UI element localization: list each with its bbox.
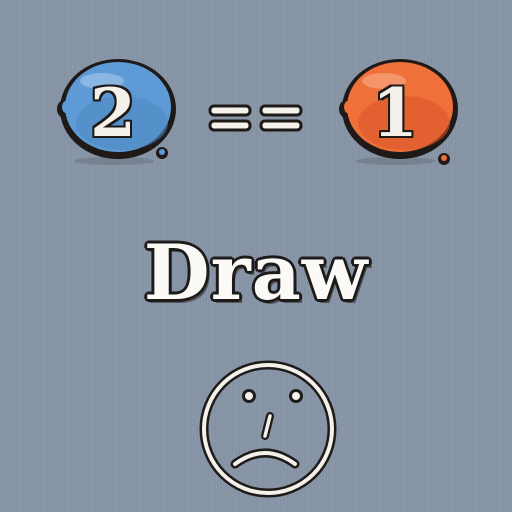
result-label: Draw bbox=[143, 228, 369, 317]
blue-ball-left: 2 bbox=[52, 57, 178, 167]
orange-ball-right: 1 bbox=[334, 57, 460, 167]
game-screen: 2 1 Draw bbox=[0, 0, 512, 512]
equals-operator-icon bbox=[208, 104, 303, 132]
right-eye bbox=[289, 389, 303, 403]
sad-face-icon bbox=[199, 360, 337, 498]
nose bbox=[261, 412, 274, 440]
right-number: 1 bbox=[372, 74, 418, 152]
left-eye bbox=[242, 389, 256, 403]
frown-mouth bbox=[230, 448, 300, 469]
left-number: 2 bbox=[90, 74, 136, 152]
